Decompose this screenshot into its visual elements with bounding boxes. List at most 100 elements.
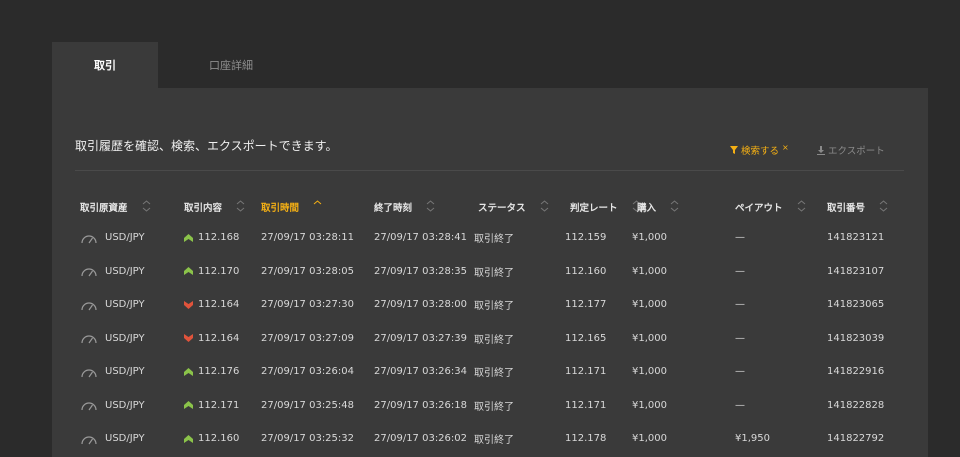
sort-chevron-icon (313, 199, 322, 215)
column-header-content[interactable]: 取引内容 (184, 192, 245, 222)
cell-payout: — (735, 255, 745, 289)
cell-purchase: ¥1,000 (632, 422, 667, 456)
cell-asset: USD/JPY (80, 288, 145, 322)
cell-text: — (735, 366, 745, 378)
cell-text: 取引終了 (474, 301, 514, 313)
cell-status: 取引終了 (474, 255, 514, 289)
cell-trade-time: 27/09/17 03:26:04 (261, 355, 354, 389)
table-row[interactable]: USD/JPY 112.164 27/09/17 03:27:09 27/09/17 … (52, 322, 928, 356)
arrow-down-icon (184, 334, 193, 343)
cell-text: ¥1,000 (632, 299, 667, 311)
cell-text: 112.160 (198, 433, 240, 445)
column-header-asset[interactable]: 取引原資産 (80, 192, 151, 222)
column-header-trade-no[interactable]: 取引番号 (827, 192, 888, 222)
cell-text: 112.170 (198, 265, 240, 277)
sort-chevron-icon (426, 199, 435, 215)
cell-asset: USD/JPY (80, 355, 145, 389)
table-row[interactable]: USD/JPY 112.164 27/09/17 03:27:30 27/09/17 … (52, 288, 928, 322)
column-header-purchase[interactable]: 購入 (637, 192, 679, 222)
cell-text: ¥1,000 (632, 232, 667, 244)
cell-content: 112.171 (184, 389, 239, 423)
cell-trade-time: 27/09/17 03:27:30 (261, 288, 354, 322)
column-header-label: ペイアウト (735, 203, 783, 214)
cell-text: 27/09/17 03:26:02 (374, 433, 468, 445)
table-row[interactable]: USD/JPY 112.160 27/09/17 03:25:32 27/09/17 … (52, 422, 928, 456)
tab-trades[interactable]: 取引 (52, 42, 158, 88)
gauge-icon (81, 402, 97, 411)
cell-text: 27/09/17 03:27:39 (374, 332, 468, 344)
cell-payout: ¥1,950 (735, 422, 770, 456)
cell-text: ¥1,000 (632, 433, 667, 445)
arrow-down-icon (184, 300, 193, 309)
search-button[interactable]: 検索する × (730, 143, 789, 157)
cell-asset: USD/JPY (80, 221, 145, 255)
cell-purchase: ¥1,000 (632, 255, 667, 289)
cell-status: 取引終了 (474, 221, 514, 255)
cell-text: 141822828 (827, 399, 885, 411)
cell-end-time: 27/09/17 03:27:39 (374, 322, 467, 356)
cell-text: 112.165 (565, 332, 607, 344)
cell-text: USD/JPY (105, 332, 145, 344)
cell-trade-no: 141823121 (827, 221, 884, 255)
cell-text: USD/JPY (105, 433, 145, 445)
cell-content: 112.170 (184, 255, 239, 289)
cell-text: ¥1,950 (735, 433, 770, 445)
cell-text: 27/09/17 03:27:09 (261, 332, 355, 344)
gauge-icon (81, 335, 97, 344)
cell-rate: 112.171 (565, 389, 606, 423)
cell-text: 112.171 (565, 366, 607, 378)
cell-purchase: ¥1,000 (632, 322, 667, 356)
cell-text: 112.168 (198, 232, 240, 244)
cell-text: 27/09/17 03:26:18 (374, 399, 468, 411)
cell-text: ¥1,000 (632, 332, 667, 344)
cell-text: 27/09/17 03:25:48 (261, 399, 355, 411)
cell-rate: 112.177 (565, 288, 606, 322)
cell-payout: — (735, 288, 745, 322)
column-header-rate[interactable]: 判定レート (570, 192, 641, 222)
cell-content: 112.164 (184, 288, 239, 322)
clear-search-icon[interactable]: × (782, 143, 789, 152)
cell-status: 取引終了 (474, 322, 514, 356)
cell-text: 取引終了 (474, 368, 514, 380)
column-header-end-time[interactable]: 終了時刻 (374, 192, 435, 222)
cell-text: 112.171 (198, 399, 240, 411)
cell-text: 27/09/17 03:26:34 (374, 366, 468, 378)
cell-text: 27/09/17 03:28:35 (374, 265, 468, 277)
cell-rate: 112.159 (565, 221, 606, 255)
cell-content: 112.176 (184, 355, 239, 389)
cell-purchase: ¥1,000 (632, 355, 667, 389)
cell-end-time: 27/09/17 03:28:00 (374, 288, 467, 322)
download-icon (817, 145, 825, 155)
gauge-icon (81, 369, 97, 378)
export-button[interactable]: エクスポート (817, 143, 885, 157)
column-header-trade-time[interactable]: 取引時間 (261, 192, 322, 222)
cell-trade-time: 27/09/17 03:25:32 (261, 422, 354, 456)
cell-status: 取引終了 (474, 288, 514, 322)
table-row[interactable]: USD/JPY 112.176 27/09/17 03:26:04 27/09/17 … (52, 355, 928, 389)
cell-text: 27/09/17 03:28:05 (261, 265, 355, 277)
cell-text: — (735, 332, 745, 344)
cell-trade-no: 141822792 (827, 422, 884, 456)
table-row[interactable]: USD/JPY 112.170 27/09/17 03:28:05 27/09/17 … (52, 255, 928, 289)
table-row[interactable]: USD/JPY 112.168 27/09/17 03:28:11 27/09/17 … (52, 221, 928, 255)
cell-content: 112.164 (184, 322, 239, 356)
cell-text: — (735, 265, 745, 277)
column-header-label: 取引内容 (184, 203, 223, 214)
table-row[interactable]: USD/JPY 112.171 27/09/17 03:25:48 27/09/17 … (52, 389, 928, 423)
cell-text: 141823065 (827, 299, 885, 311)
cell-asset: USD/JPY (80, 322, 145, 356)
column-header-status[interactable]: ステータス (478, 192, 549, 222)
cell-text: 141823107 (827, 265, 885, 277)
cell-text: 取引終了 (474, 334, 514, 346)
tab-account-details[interactable]: 口座詳細 (158, 42, 304, 88)
cell-text: 取引終了 (474, 401, 514, 413)
column-header-label: 取引時間 (261, 203, 300, 214)
cell-text: 112.159 (565, 232, 607, 244)
column-header-payout[interactable]: ペイアウト (735, 192, 806, 222)
cell-payout: — (735, 221, 745, 255)
column-header-label: 判定レート (570, 203, 618, 214)
divider (75, 170, 904, 171)
cell-text: USD/JPY (105, 366, 145, 378)
arrow-up-icon (184, 367, 193, 376)
cell-rate: 112.171 (565, 355, 606, 389)
